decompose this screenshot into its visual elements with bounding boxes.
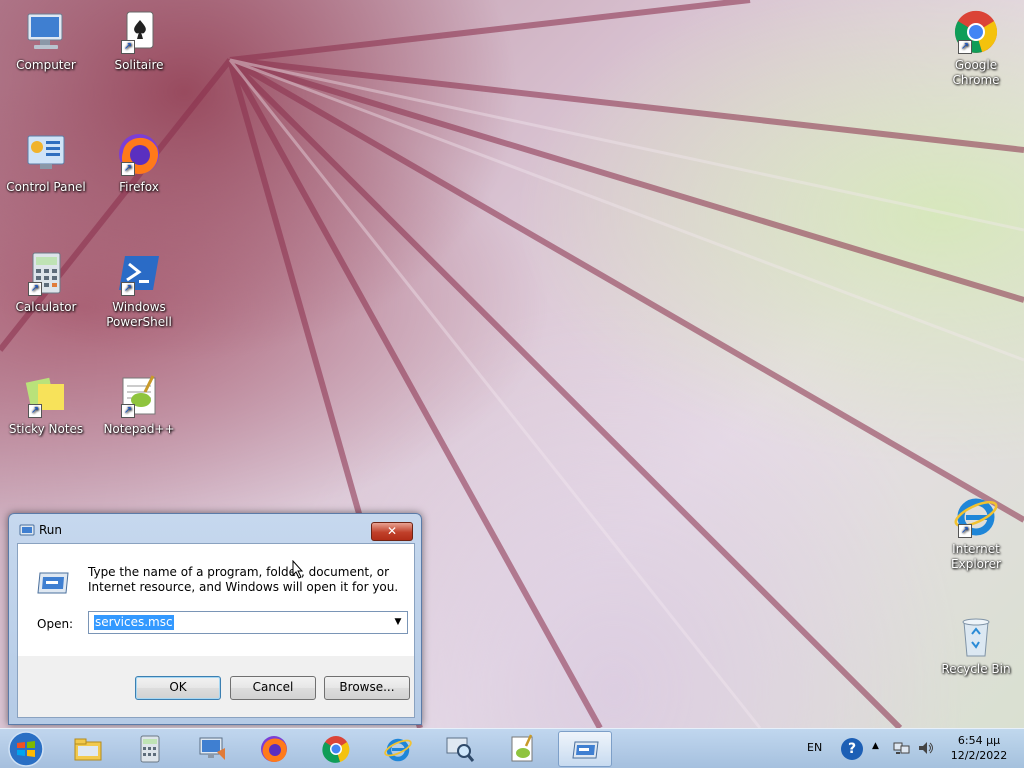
close-button[interactable]: ✕ xyxy=(371,522,413,541)
desktop-icon-sticky-notes[interactable]: ↗ Sticky Notes xyxy=(4,372,88,437)
remote-desktop-icon xyxy=(199,737,225,760)
network-icon[interactable] xyxy=(893,740,911,756)
solitaire-icon: ↗ xyxy=(115,8,163,56)
desktop-icon-recycle-bin[interactable]: Recycle Bin xyxy=(934,612,1018,677)
shortcut-arrow-icon: ↗ xyxy=(121,40,135,54)
clock-time: 6:54 μμ xyxy=(957,734,1001,747)
volume-icon[interactable] xyxy=(917,740,935,756)
firefox-icon xyxy=(261,736,287,762)
desktop-icon-notepadpp[interactable]: ↗ Notepad++ xyxy=(97,372,181,437)
open-label: Open: xyxy=(37,617,74,631)
run-dialog: Run ✕ Type the name of a program, folder… xyxy=(8,513,422,725)
desktop-icon-label: Google Chrome xyxy=(952,58,1000,87)
desktop-icon-computer[interactable]: Computer xyxy=(4,8,88,73)
taskbar-internet-explorer[interactable] xyxy=(372,731,426,767)
cancel-button[interactable]: Cancel xyxy=(230,676,316,700)
taskbar-windows-explorer[interactable] xyxy=(62,731,116,767)
chrome-icon: ↗ xyxy=(952,8,1000,56)
dialog-body: Type the name of a program, folder, docu… xyxy=(17,543,415,718)
chevron-down-icon[interactable]: ▼ xyxy=(391,615,405,629)
desktop-icon-label: Calculator xyxy=(15,300,77,314)
desktop-icon-label: Recycle Bin xyxy=(941,662,1011,676)
windows-explorer-icon xyxy=(74,738,102,761)
run-icon xyxy=(37,572,69,594)
help-icon[interactable]: ? xyxy=(841,738,863,760)
calculator-icon xyxy=(140,735,160,763)
open-combobox[interactable]: services.msc ▼ xyxy=(88,611,408,634)
desktop-icon-solitaire[interactable]: ↗ Solitaire xyxy=(97,8,181,73)
desktop-icon-windows-powershell[interactable]: ↗ Windows PowerShell xyxy=(97,250,181,330)
dialog-description: Type the name of a program, folder, docu… xyxy=(88,565,399,594)
taskbar-chrome[interactable] xyxy=(310,731,364,767)
desktop-icon-google-chrome[interactable]: ↗ Google Chrome xyxy=(930,8,1022,88)
desktop-icon-label: Firefox xyxy=(119,180,159,194)
notepadpp-icon: ↗ xyxy=(115,372,163,420)
shortcut-arrow-icon: ↗ xyxy=(958,524,972,538)
ok-button[interactable]: OK xyxy=(135,676,221,700)
chrome-icon xyxy=(322,736,350,763)
shortcut-arrow-icon: ↗ xyxy=(121,282,135,296)
shortcut-arrow-icon: ↗ xyxy=(28,282,42,296)
show-hidden-icons-icon[interactable]: ▲ xyxy=(872,741,879,751)
sticky-notes-icon: ↗ xyxy=(22,372,70,420)
run-icon xyxy=(572,741,599,759)
clock-date: 12/2/2022 xyxy=(950,749,1008,762)
desktop-icon-calculator[interactable]: ↗ Calculator xyxy=(4,250,88,315)
taskbar: EN ? ▲ 6:54 μμ 12/2/2022 xyxy=(0,728,1024,768)
dialog-title: Run xyxy=(39,523,63,537)
desktop-icon-internet-explorer[interactable]: ↗ Internet Explorer xyxy=(930,492,1022,572)
powershell-icon: ↗ xyxy=(115,250,163,298)
firefox-icon: ↗ xyxy=(115,130,163,178)
computer-icon xyxy=(22,8,70,56)
run-title-icon xyxy=(19,524,35,536)
desktop-icon-control-panel[interactable]: Control Panel xyxy=(4,130,88,195)
start-button[interactable] xyxy=(4,730,48,768)
shortcut-arrow-icon: ↗ xyxy=(121,162,135,176)
browse-button[interactable]: Browse... xyxy=(324,676,410,700)
shortcut-arrow-icon: ↗ xyxy=(958,40,972,54)
magnifier-icon xyxy=(446,737,475,762)
notepadpp-icon xyxy=(511,734,533,762)
clock[interactable]: 6:54 μμ 12/2/2022 xyxy=(940,733,1018,763)
control-panel-icon xyxy=(22,130,70,178)
desktop-icon-firefox[interactable]: ↗ Firefox xyxy=(97,130,181,195)
desktop-icon-label: Control Panel xyxy=(6,180,86,194)
internet-explorer-icon xyxy=(384,738,412,762)
taskbar-calculator[interactable] xyxy=(124,731,178,767)
recycle-bin-icon xyxy=(952,612,1000,660)
shortcut-arrow-icon: ↗ xyxy=(121,404,135,418)
mouse-cursor-icon xyxy=(292,560,304,579)
taskbar-magnifier[interactable] xyxy=(434,731,488,767)
windows-logo-icon xyxy=(8,731,44,767)
language-indicator[interactable]: EN xyxy=(807,741,822,754)
shortcut-arrow-icon: ↗ xyxy=(28,404,42,418)
desktop-icon-label: Sticky Notes xyxy=(8,422,84,436)
calculator-icon: ↗ xyxy=(22,250,70,298)
desktop-icon-label: Internet Explorer xyxy=(951,542,1001,571)
open-input-value[interactable]: services.msc xyxy=(94,615,174,630)
desktop-icon-label: Solitaire xyxy=(114,58,164,72)
desktop-icon-label: Computer xyxy=(16,58,76,72)
taskbar-firefox[interactable] xyxy=(248,731,302,767)
taskbar-notepadpp[interactable] xyxy=(496,731,550,767)
internet-explorer-icon: ↗ xyxy=(952,492,1000,540)
taskbar-run[interactable] xyxy=(558,731,612,767)
desktop-icon-label: Windows PowerShell xyxy=(106,300,172,329)
desktop-icon-label: Notepad++ xyxy=(103,422,175,436)
taskbar-remote-desktop[interactable] xyxy=(186,731,240,767)
